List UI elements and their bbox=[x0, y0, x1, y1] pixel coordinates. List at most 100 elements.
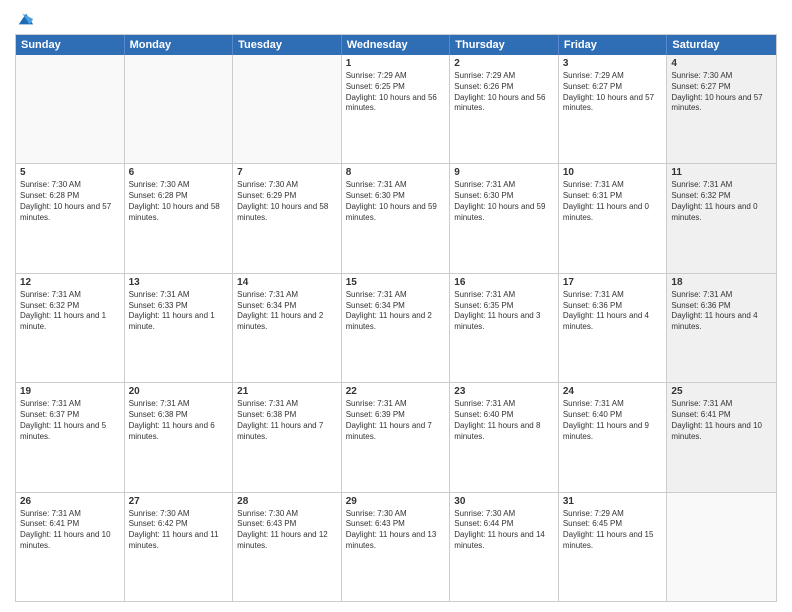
cell-info: Sunrise: 7:31 AMSunset: 6:38 PMDaylight:… bbox=[129, 399, 229, 442]
calendar: SundayMondayTuesdayWednesdayThursdayFrid… bbox=[15, 34, 777, 602]
cell-info: Sunrise: 7:30 AMSunset: 6:29 PMDaylight:… bbox=[237, 180, 337, 223]
calendar-cell-3-0: 19 Sunrise: 7:31 AMSunset: 6:37 PMDayligh… bbox=[16, 383, 125, 491]
cell-info: Sunrise: 7:31 AMSunset: 6:35 PMDaylight:… bbox=[454, 290, 554, 333]
cell-info: Sunrise: 7:29 AMSunset: 6:45 PMDaylight:… bbox=[563, 509, 663, 552]
calendar-cell-2-6: 18 Sunrise: 7:31 AMSunset: 6:36 PMDayligh… bbox=[667, 274, 776, 382]
calendar-header: SundayMondayTuesdayWednesdayThursdayFrid… bbox=[16, 35, 776, 55]
day-number: 1 bbox=[346, 58, 446, 69]
cell-info: Sunrise: 7:31 AMSunset: 6:36 PMDaylight:… bbox=[563, 290, 663, 333]
calendar-cell-3-1: 20 Sunrise: 7:31 AMSunset: 6:38 PMDayligh… bbox=[125, 383, 234, 491]
cell-info: Sunrise: 7:29 AMSunset: 6:25 PMDaylight:… bbox=[346, 71, 446, 114]
day-number: 12 bbox=[20, 277, 120, 288]
cell-info: Sunrise: 7:31 AMSunset: 6:40 PMDaylight:… bbox=[454, 399, 554, 442]
day-number: 11 bbox=[671, 167, 772, 178]
cell-info: Sunrise: 7:31 AMSunset: 6:40 PMDaylight:… bbox=[563, 399, 663, 442]
day-number: 23 bbox=[454, 386, 554, 397]
calendar-cell-1-2: 7Sunrise: 7:30 AMSunset: 6:29 PMDaylight… bbox=[233, 164, 342, 272]
day-number: 30 bbox=[454, 496, 554, 507]
cell-info: Sunrise: 7:31 AMSunset: 6:39 PMDaylight:… bbox=[346, 399, 446, 442]
day-number: 20 bbox=[129, 386, 229, 397]
calendar-cell-4-5: 31Sunrise: 7:29 AMSunset: 6:45 PMDayligh… bbox=[559, 493, 668, 601]
cell-info: Sunrise: 7:31 AMSunset: 6:31 PMDaylight:… bbox=[563, 180, 663, 223]
day-number: 2 bbox=[454, 58, 554, 69]
header-day-sunday: Sunday bbox=[16, 35, 125, 55]
calendar-cell-4-2: 28 Sunrise: 7:30 AMSunset: 6:43 PMDayligh… bbox=[233, 493, 342, 601]
calendar-cell-2-3: 15 Sunrise: 7:31 AMSunset: 6:34 PMDayligh… bbox=[342, 274, 451, 382]
day-number: 10 bbox=[563, 167, 663, 178]
day-number: 13 bbox=[129, 277, 229, 288]
cell-info: Sunrise: 7:31 AMSunset: 6:38 PMDaylight:… bbox=[237, 399, 337, 442]
day-number: 15 bbox=[346, 277, 446, 288]
calendar-cell-1-0: 5 Sunrise: 7:30 AMSunset: 6:28 PMDaylight… bbox=[16, 164, 125, 272]
calendar-cell-0-4: 2 Sunrise: 7:29 AMSunset: 6:26 PMDaylight… bbox=[450, 55, 559, 163]
cell-info: Sunrise: 7:31 AMSunset: 6:33 PMDaylight:… bbox=[129, 290, 229, 333]
day-number: 21 bbox=[237, 386, 337, 397]
calendar-row-4: 26 Sunrise: 7:31 AMSunset: 6:41 PMDayligh… bbox=[16, 493, 776, 601]
cell-info: Sunrise: 7:31 AMSunset: 6:37 PMDaylight:… bbox=[20, 399, 120, 442]
calendar-cell-2-1: 13 Sunrise: 7:31 AMSunset: 6:33 PMDayligh… bbox=[125, 274, 234, 382]
cell-info: Sunrise: 7:29 AMSunset: 6:26 PMDaylight:… bbox=[454, 71, 554, 114]
cell-info: Sunrise: 7:30 AMSunset: 6:44 PMDaylight:… bbox=[454, 509, 554, 552]
calendar-cell-3-4: 23 Sunrise: 7:31 AMSunset: 6:40 PMDayligh… bbox=[450, 383, 559, 491]
day-number: 27 bbox=[129, 496, 229, 507]
cell-info: Sunrise: 7:30 AMSunset: 6:42 PMDaylight:… bbox=[129, 509, 229, 552]
day-number: 14 bbox=[237, 277, 337, 288]
logo-icon bbox=[17, 10, 35, 28]
day-number: 22 bbox=[346, 386, 446, 397]
cell-info: Sunrise: 7:30 AMSunset: 6:43 PMDaylight:… bbox=[346, 509, 446, 552]
calendar-cell-1-1: 6 Sunrise: 7:30 AMSunset: 6:28 PMDaylight… bbox=[125, 164, 234, 272]
header-day-saturday: Saturday bbox=[667, 35, 776, 55]
calendar-cell-0-0 bbox=[16, 55, 125, 163]
header-day-wednesday: Wednesday bbox=[342, 35, 451, 55]
cell-info: Sunrise: 7:31 AMSunset: 6:30 PMDaylight:… bbox=[454, 180, 554, 223]
cell-info: Sunrise: 7:29 AMSunset: 6:27 PMDaylight:… bbox=[563, 71, 663, 114]
calendar-cell-4-3: 29 Sunrise: 7:30 AMSunset: 6:43 PMDayligh… bbox=[342, 493, 451, 601]
cell-info: Sunrise: 7:31 AMSunset: 6:34 PMDaylight:… bbox=[346, 290, 446, 333]
calendar-body: 1 Sunrise: 7:29 AMSunset: 6:25 PMDaylight… bbox=[16, 55, 776, 601]
day-number: 8 bbox=[346, 167, 446, 178]
calendar-cell-1-6: 11Sunrise: 7:31 AMSunset: 6:32 PMDayligh… bbox=[667, 164, 776, 272]
day-number: 19 bbox=[20, 386, 120, 397]
logo bbox=[15, 10, 35, 28]
cell-info: Sunrise: 7:30 AMSunset: 6:43 PMDaylight:… bbox=[237, 509, 337, 552]
calendar-cell-3-2: 21 Sunrise: 7:31 AMSunset: 6:38 PMDayligh… bbox=[233, 383, 342, 491]
cell-info: Sunrise: 7:30 AMSunset: 6:28 PMDaylight:… bbox=[129, 180, 229, 223]
day-number: 4 bbox=[671, 58, 772, 69]
day-number: 16 bbox=[454, 277, 554, 288]
cell-info: Sunrise: 7:31 AMSunset: 6:41 PMDaylight:… bbox=[671, 399, 772, 442]
cell-info: Sunrise: 7:31 AMSunset: 6:32 PMDaylight:… bbox=[20, 290, 120, 333]
day-number: 28 bbox=[237, 496, 337, 507]
cell-info: Sunrise: 7:31 AMSunset: 6:36 PMDaylight:… bbox=[671, 290, 772, 333]
day-number: 29 bbox=[346, 496, 446, 507]
day-number: 5 bbox=[20, 167, 120, 178]
calendar-row-0: 1 Sunrise: 7:29 AMSunset: 6:25 PMDaylight… bbox=[16, 55, 776, 164]
calendar-cell-4-4: 30 Sunrise: 7:30 AMSunset: 6:44 PMDayligh… bbox=[450, 493, 559, 601]
cell-info: Sunrise: 7:31 AMSunset: 6:41 PMDaylight:… bbox=[20, 509, 120, 552]
calendar-cell-1-4: 9 Sunrise: 7:31 AMSunset: 6:30 PMDaylight… bbox=[450, 164, 559, 272]
cell-info: Sunrise: 7:30 AMSunset: 6:28 PMDaylight:… bbox=[20, 180, 120, 223]
header bbox=[15, 10, 777, 28]
day-number: 18 bbox=[671, 277, 772, 288]
calendar-row-1: 5 Sunrise: 7:30 AMSunset: 6:28 PMDaylight… bbox=[16, 164, 776, 273]
header-day-tuesday: Tuesday bbox=[233, 35, 342, 55]
calendar-cell-1-3: 8Sunrise: 7:31 AMSunset: 6:30 PMDaylight… bbox=[342, 164, 451, 272]
day-number: 25 bbox=[671, 386, 772, 397]
calendar-cell-4-1: 27 Sunrise: 7:30 AMSunset: 6:42 PMDayligh… bbox=[125, 493, 234, 601]
calendar-row-3: 19 Sunrise: 7:31 AMSunset: 6:37 PMDayligh… bbox=[16, 383, 776, 492]
day-number: 17 bbox=[563, 277, 663, 288]
calendar-cell-0-2 bbox=[233, 55, 342, 163]
header-day-monday: Monday bbox=[125, 35, 234, 55]
cell-info: Sunrise: 7:31 AMSunset: 6:34 PMDaylight:… bbox=[237, 290, 337, 333]
day-number: 6 bbox=[129, 167, 229, 178]
calendar-cell-3-6: 25 Sunrise: 7:31 AMSunset: 6:41 PMDayligh… bbox=[667, 383, 776, 491]
calendar-row-2: 12 Sunrise: 7:31 AMSunset: 6:32 PMDayligh… bbox=[16, 274, 776, 383]
day-number: 26 bbox=[20, 496, 120, 507]
day-number: 24 bbox=[563, 386, 663, 397]
calendar-cell-3-5: 24 Sunrise: 7:31 AMSunset: 6:40 PMDayligh… bbox=[559, 383, 668, 491]
calendar-cell-0-1 bbox=[125, 55, 234, 163]
cell-info: Sunrise: 7:30 AMSunset: 6:27 PMDaylight:… bbox=[671, 71, 772, 114]
calendar-cell-2-4: 16 Sunrise: 7:31 AMSunset: 6:35 PMDayligh… bbox=[450, 274, 559, 382]
day-number: 9 bbox=[454, 167, 554, 178]
header-day-thursday: Thursday bbox=[450, 35, 559, 55]
calendar-cell-2-0: 12 Sunrise: 7:31 AMSunset: 6:32 PMDayligh… bbox=[16, 274, 125, 382]
